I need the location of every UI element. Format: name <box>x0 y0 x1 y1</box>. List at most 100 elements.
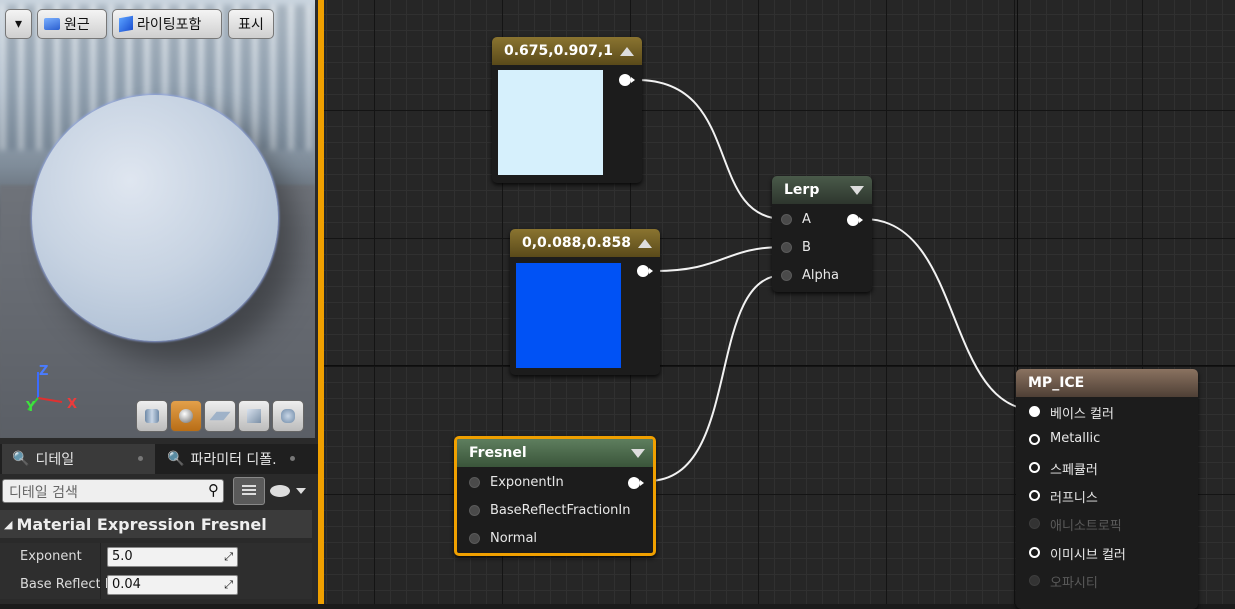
input-pin-base-color[interactable] <box>1029 406 1040 417</box>
pin-label: A <box>802 212 811 227</box>
pin-label: 오파시티 <box>1050 576 1098 591</box>
axis-z-label: Z <box>39 364 49 379</box>
drag-arrow-icon: ⤢ <box>224 578 233 591</box>
property-row-base-reflect: Base Reflect F 0.04 ⤢ <box>0 571 312 599</box>
pin-label: B <box>802 240 811 255</box>
output-pin[interactable] <box>847 214 863 226</box>
tab-close-dot[interactable] <box>138 456 143 461</box>
collapse-arrow-icon[interactable] <box>620 47 634 56</box>
property-label: Exponent <box>20 549 82 564</box>
material-preview-viewport[interactable]: ▾ 원근 라이팅포함 표시 Z Y X <box>0 0 315 438</box>
perspective-button[interactable]: 원근 <box>37 9 107 39</box>
pin-label: ExponentIn <box>490 475 564 490</box>
custom-mesh-preview-button[interactable] <box>272 400 304 432</box>
input-pin-roughness[interactable] <box>1029 490 1040 501</box>
grid-view-button[interactable] <box>233 477 265 505</box>
node-header[interactable]: 0,0.088,0.858 <box>510 229 660 257</box>
plane-preview-button[interactable] <box>204 400 236 432</box>
input-pin-specular[interactable] <box>1029 462 1040 473</box>
column-splitter[interactable] <box>100 543 101 571</box>
node-title: Fresnel <box>469 445 527 461</box>
sphere-icon <box>179 409 193 423</box>
input-pin-basereflectfractionin[interactable] <box>469 505 480 516</box>
pin-label: 이미시브 컬러 <box>1050 548 1126 563</box>
wire-lerp-to-basecolor <box>863 218 1037 411</box>
color-swatch <box>516 263 621 368</box>
input-pin-opacity <box>1029 575 1040 586</box>
tab-parameter-defaults-label: 파라미터 디폴. <box>190 452 277 468</box>
node-title: 0.675,0.907,1 <box>504 43 613 59</box>
lighting-mode-button[interactable]: 라이팅포함 <box>112 9 222 39</box>
perspective-icon <box>44 18 60 30</box>
sphere-preview-button[interactable] <box>170 400 202 432</box>
output-pin[interactable] <box>637 265 653 277</box>
tab-parameter-defaults[interactable]: 🔍 파라미터 디폴. <box>157 444 317 474</box>
wire-const1-to-lerp-a <box>636 79 785 220</box>
input-pin-normal[interactable] <box>469 533 480 544</box>
fresnel-node[interactable]: Fresnel ExponentIn BaseReflectFractionIn… <box>454 436 656 556</box>
tab-details-label: 디테일 <box>35 452 75 468</box>
viewport-options-button[interactable]: ▾ <box>5 9 32 39</box>
input-pin-b[interactable] <box>781 242 792 253</box>
base-reflect-value: 0.04 <box>112 577 141 592</box>
grid-list-icon <box>242 485 256 497</box>
output-pin[interactable] <box>619 74 635 86</box>
chevron-down-icon <box>296 488 306 494</box>
node-title: MP_ICE <box>1028 375 1085 391</box>
magnifier-icon: 🔍 <box>12 451 30 467</box>
cube-preview-button[interactable] <box>238 400 270 432</box>
node-header[interactable]: MP_ICE <box>1016 369 1198 397</box>
cylinder-preview-button[interactable] <box>136 400 168 432</box>
node-header[interactable]: Fresnel <box>457 439 653 467</box>
collapse-arrow-icon[interactable] <box>638 239 652 248</box>
input-pin-emissive-color[interactable] <box>1029 547 1040 558</box>
perspective-label: 원근 <box>64 17 90 33</box>
collapse-arrow-icon[interactable] <box>850 186 864 195</box>
search-icon: ⚲ <box>208 481 219 499</box>
cylinder-icon <box>145 409 159 423</box>
color-swatch <box>498 70 603 175</box>
plane-icon <box>209 411 231 421</box>
constant3-node-2[interactable]: 0,0.088,0.858 <box>510 229 660 375</box>
material-graph-canvas[interactable]: 0.675,0.907,1 0,0.088,0.858 Lerp A B Alp… <box>318 0 1235 609</box>
pin-label: 스페큘러 <box>1050 463 1098 478</box>
input-pin-alpha[interactable] <box>781 270 792 281</box>
cube-icon <box>247 409 261 423</box>
left-panel: ▾ 원근 라이팅포함 표시 Z Y X 🔍 디테일 🔍 파라미터 디폴. 디테일… <box>0 0 318 604</box>
details-search-input[interactable]: 디테일 검색 ⚲ <box>2 479 224 503</box>
input-pin-a[interactable] <box>781 214 792 225</box>
show-button[interactable]: 표시 <box>228 9 274 39</box>
magnifier-icon: 🔍 <box>167 451 185 467</box>
input-pin-metallic[interactable] <box>1029 434 1040 445</box>
axis-y-label: Y <box>26 400 36 415</box>
wire-fresnel-to-lerp-alpha <box>647 274 785 482</box>
constant3-node-1[interactable]: 0.675,0.907,1 <box>492 37 642 183</box>
tab-close-dot[interactable] <box>290 456 295 461</box>
collapse-arrow-icon[interactable] <box>631 449 645 458</box>
tab-details[interactable]: 🔍 디테일 <box>2 444 155 474</box>
base-reflect-input[interactable]: 0.04 ⤢ <box>107 575 238 595</box>
teapot-icon <box>281 409 295 423</box>
details-tab-bar: 🔍 디테일 🔍 파라미터 디폴. <box>0 444 318 474</box>
output-pin[interactable] <box>628 477 644 489</box>
pin-label: 러프니스 <box>1050 491 1098 506</box>
node-header[interactable]: Lerp <box>772 176 872 204</box>
section-title: Material Expression Fresnel <box>16 514 267 534</box>
pin-label: 애니소트로픽 <box>1050 519 1122 534</box>
node-header[interactable]: 0.675,0.907,1 <box>492 37 642 65</box>
pin-label: BaseReflectFractionIn <box>490 503 631 518</box>
eye-icon <box>270 485 290 497</box>
collapse-triangle-icon: ◢ <box>4 517 13 531</box>
input-pin-exponentin[interactable] <box>469 477 480 488</box>
column-splitter[interactable] <box>100 571 101 599</box>
property-label: Base Reflect F <box>20 577 113 592</box>
node-title: 0,0.088,0.858 <box>522 235 631 251</box>
exponent-value: 5.0 <box>112 549 133 564</box>
exponent-input[interactable]: 5.0 ⤢ <box>107 547 238 567</box>
lerp-node[interactable]: Lerp A B Alpha <box>772 176 872 292</box>
drag-arrow-icon: ⤢ <box>224 550 233 563</box>
visibility-options-button[interactable] <box>270 483 310 499</box>
material-result-node[interactable]: MP_ICE 베이스 컬러 Metallic 스페큘러 러프니스 애니소트로픽 … <box>1016 369 1198 609</box>
section-header[interactable]: ◢ Material Expression Fresnel <box>0 510 312 538</box>
pin-label: Metallic <box>1050 431 1101 446</box>
